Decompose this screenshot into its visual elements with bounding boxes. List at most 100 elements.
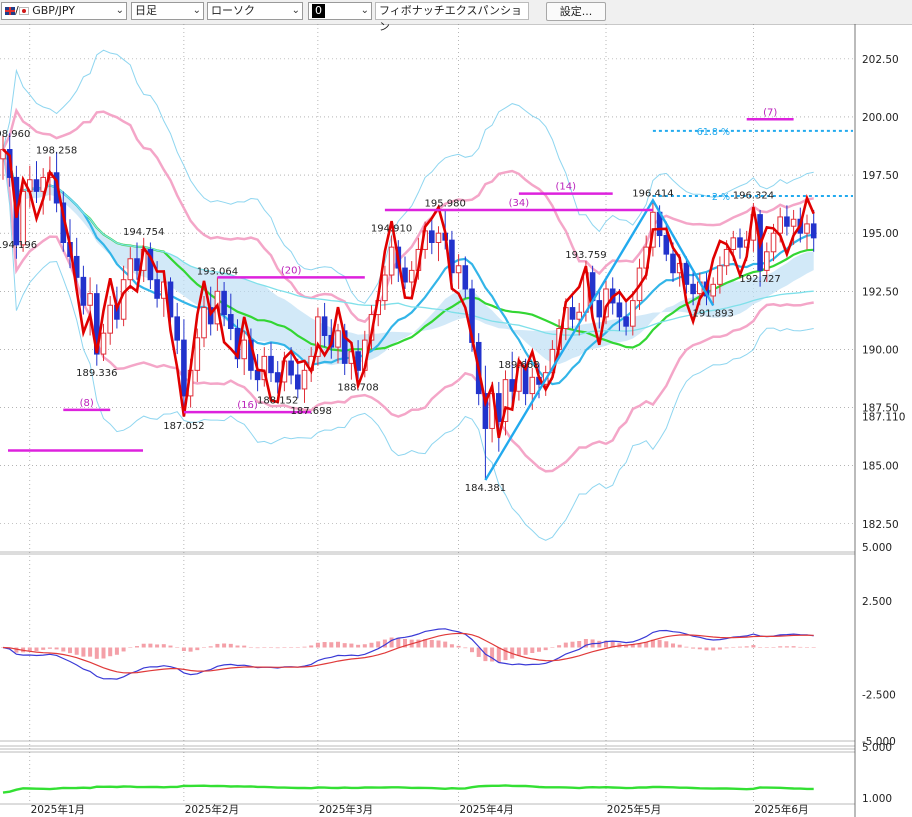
price-axis: 202.50 200.00 197.50 195.00 192.50 190.00 187.… xyxy=(862,54,905,531)
price-annotation: 187.052 xyxy=(163,421,204,432)
macd-histogram-bar xyxy=(570,641,575,648)
cycle-count-label: (14) xyxy=(556,182,577,193)
drawing-tool-field[interactable]: フィボナッチエクスパンション xyxy=(375,2,529,33)
candle-bear xyxy=(623,316,629,327)
macd-histogram-bar xyxy=(369,642,374,648)
japan-flag-icon xyxy=(18,7,29,15)
price-annotation: 194.196 xyxy=(0,240,37,251)
macd-histogram-bar xyxy=(805,647,809,648)
macd-histogram-bar xyxy=(135,646,139,648)
macd-histogram-bar xyxy=(128,647,133,648)
candle-bear xyxy=(268,355,274,374)
macd-histogram-bar xyxy=(269,647,273,648)
candle-bear xyxy=(810,223,817,239)
macd-histogram-bar xyxy=(798,646,803,648)
macd-histogram-bar xyxy=(168,645,173,648)
adx-bottom-label: 1.000 xyxy=(862,793,892,805)
candle-bull xyxy=(241,339,247,360)
y-tick-label: 192.50 xyxy=(862,286,899,298)
chart-style-select[interactable]: ローソク ⌄ xyxy=(207,2,303,20)
current-price-label: 187.110 xyxy=(862,412,905,424)
macd-histogram-bar xyxy=(181,647,186,651)
symbol-select[interactable]: / GBP/JPY ⌄ xyxy=(1,2,127,20)
candle-bear xyxy=(154,279,160,299)
x-tick-label: 2025年5月 xyxy=(607,803,661,816)
macd-histogram-bar xyxy=(449,644,454,648)
grid-lines xyxy=(0,24,856,817)
price-annotation: 189.336 xyxy=(76,368,117,379)
candle-bull xyxy=(790,218,797,227)
macd-histogram-bar xyxy=(188,647,193,652)
macd-histogram-bar xyxy=(322,642,327,648)
price-annotation: 193.759 xyxy=(565,250,606,261)
macd-histogram-bar xyxy=(155,644,160,648)
candle-bear xyxy=(134,258,140,271)
macd-histogram-bar xyxy=(175,647,180,648)
y-tick-label: 202.50 xyxy=(862,54,899,66)
candle-bull xyxy=(529,376,536,395)
price-annotation: 195.980 xyxy=(425,198,466,209)
candle-bull xyxy=(770,232,777,253)
candle-bull xyxy=(723,248,730,267)
candle-bull xyxy=(804,223,810,234)
macd-histogram-bar xyxy=(81,647,86,657)
price-annotation: 184.381 xyxy=(465,483,506,494)
macd-histogram-bar xyxy=(717,647,722,650)
macd-histogram-bar xyxy=(496,647,501,663)
macd-histogram-bar xyxy=(215,643,220,648)
macd-histogram-bar xyxy=(684,646,689,648)
candle-bull xyxy=(107,304,114,334)
macd-histogram-bar xyxy=(336,641,340,648)
macd-histogram-bar xyxy=(47,647,52,649)
indicator-select[interactable]: 0 ⌄ xyxy=(308,2,372,20)
settings-button[interactable]: 設定... xyxy=(546,2,606,21)
macd-histogram-bar xyxy=(61,647,66,652)
candle-bear xyxy=(221,290,227,316)
x-tick-label: 2025年6月 xyxy=(754,803,808,816)
macd-histogram-bar xyxy=(101,647,106,659)
date-axis: 2025年1月 2025年2月 2025年3月 2025年4月 2025年5月 2025年… xyxy=(31,803,809,816)
candle-bear xyxy=(690,283,696,295)
candle-bull xyxy=(194,337,201,371)
macd-histogram-bar xyxy=(121,647,126,652)
y-tick-label: 190.00 xyxy=(862,344,899,356)
adx-line xyxy=(2,784,814,794)
timeframe-select[interactable]: 日足 ⌄ xyxy=(131,2,204,20)
candle-bear xyxy=(254,369,261,381)
macd-signal-line xyxy=(2,632,814,674)
chart-area[interactable]: (8) (16) (20) (34) (14) (7) 198.960 198.258 194… xyxy=(0,24,912,817)
macd-histogram-bar xyxy=(778,646,783,648)
macd-histogram-bar xyxy=(543,647,548,651)
macd-histogram-bar xyxy=(597,640,602,648)
candle-bull xyxy=(127,258,134,281)
macd-histogram-bar xyxy=(671,643,675,648)
x-tick-label: 2025年3月 xyxy=(319,803,373,816)
macd-histogram-bar xyxy=(309,645,314,648)
macd-histogram-bar xyxy=(436,640,441,648)
candle-bear xyxy=(174,316,180,341)
macd-histogram-bar xyxy=(275,647,280,649)
fibonacci-level-label: 61.8 % xyxy=(697,127,730,138)
macd-histogram-bar xyxy=(784,646,789,648)
adx-top-label: 5.000 xyxy=(862,742,892,754)
macd-histogram-bar xyxy=(537,647,541,652)
price-annotation: 192.727 xyxy=(739,274,780,285)
candle-bear xyxy=(288,360,294,376)
price-annotation: 196.414 xyxy=(632,188,673,199)
price-annotation: 191.893 xyxy=(693,308,734,319)
symbol-label: GBP/JPY xyxy=(32,4,75,17)
macd-histogram-bar xyxy=(470,647,474,653)
macd-panel: 2.500-2.500-5.0005.000 xyxy=(1,542,896,748)
candle-bull xyxy=(777,216,784,234)
macd-histogram-bar xyxy=(114,647,119,655)
macd-histogram-bar xyxy=(550,647,555,648)
candle-bear xyxy=(683,262,690,285)
macd-histogram-bar xyxy=(34,647,39,651)
candle-bull xyxy=(388,246,395,276)
macd-histogram-bar xyxy=(530,647,535,653)
macd-histogram-bar xyxy=(242,645,247,648)
y-tick-label: 197.50 xyxy=(862,170,899,182)
macd-histogram-bar xyxy=(758,647,763,648)
adx-panel: 5.000 1.000 xyxy=(2,742,892,805)
candle-bear xyxy=(663,235,670,255)
